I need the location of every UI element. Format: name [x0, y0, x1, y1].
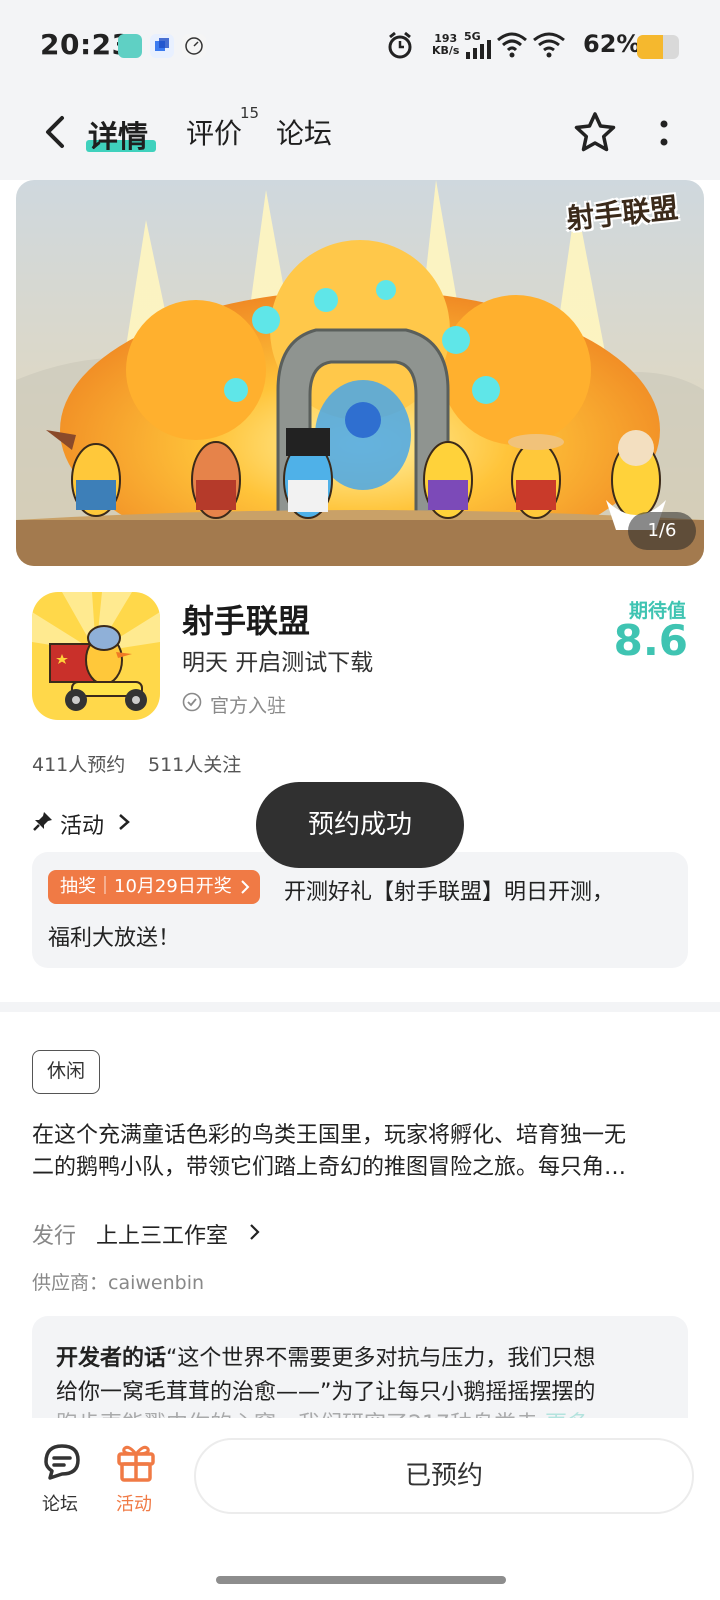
- wifi-icon: [532, 32, 566, 62]
- wifi-icon: [496, 32, 528, 62]
- back-button[interactable]: [36, 110, 76, 154]
- reservation-count: 411人预约: [32, 754, 126, 776]
- tab-forum[interactable]: 论坛: [276, 112, 332, 152]
- toast-message: 预约成功: [256, 782, 464, 868]
- activity-text-line: 开测好礼【射手联盟】明日开测，: [284, 880, 615, 905]
- publisher-label: 发行: [32, 1224, 77, 1249]
- nav-forum-label[interactable]: 论坛: [30, 1490, 90, 1516]
- network-speed: 193 KB/s: [432, 32, 460, 57]
- section-divider: [0, 1002, 720, 1012]
- chevron-right-icon: [248, 1222, 262, 1242]
- game-screenshot-banner[interactable]: 射手联盟: [16, 180, 704, 566]
- verified-check-icon: [182, 692, 202, 712]
- publisher-link[interactable]: 上上三工作室: [96, 1218, 228, 1250]
- notification-app-icon: [150, 34, 174, 58]
- notification-app-icon: [182, 34, 206, 58]
- official-badge-label: 官方入驻: [210, 695, 287, 717]
- pin-icon: [32, 810, 54, 832]
- app-name: 射手联盟: [182, 602, 311, 640]
- gift-icon[interactable]: [114, 1440, 158, 1484]
- supplier-info: 供应商：caiwenbin: [32, 1272, 205, 1294]
- reviews-count-badge: 15: [240, 104, 260, 122]
- developer-note-title: 开发者的话: [56, 1346, 167, 1371]
- favorite-star-icon[interactable]: [572, 110, 618, 156]
- chevron-right-icon: [116, 812, 132, 832]
- more-options-icon[interactable]: [650, 114, 678, 154]
- chevron-right-icon: [241, 880, 250, 894]
- app-icon: [32, 592, 160, 720]
- follow-count: 511人关注: [148, 754, 242, 776]
- activity-section-title[interactable]: 活动: [60, 808, 104, 840]
- forum-icon[interactable]: [40, 1440, 84, 1484]
- tab-details[interactable]: 详情: [88, 112, 148, 156]
- lottery-tag[interactable]: 抽奖｜10月29日开奖: [48, 870, 260, 904]
- nav-activity-label[interactable]: 活动: [104, 1490, 164, 1516]
- battery-percent: 62%: [583, 30, 641, 58]
- tab-reviews[interactable]: 评价: [186, 112, 242, 152]
- alarm-icon: [386, 30, 414, 64]
- expectation-score: 8.6: [613, 616, 688, 665]
- reserved-button[interactable]: 已预约: [194, 1438, 694, 1514]
- developer-note-text: 开发者的话“这个世界不需要更多对抗与压力，我们只想 给你一窝毛茸茸的治愈——”为…: [56, 1346, 596, 1405]
- app-release-info: 明天 开启测试下载: [182, 650, 374, 676]
- battery-icon: [637, 35, 679, 59]
- signal-icon: [464, 40, 492, 64]
- notification-app-icon: [118, 34, 142, 58]
- home-indicator[interactable]: [216, 1576, 506, 1584]
- banner-page-indicator: 1/6: [628, 512, 696, 550]
- battery-level: [637, 35, 664, 59]
- genre-tag[interactable]: 休闲: [32, 1050, 101, 1094]
- activity-text-line: 福利大放送！: [48, 926, 181, 951]
- game-description[interactable]: 在这个充满童话色彩的鸟类王国里，玩家将孵化、培育独一无 二的鹅鸭小队，带领它们踏…: [32, 1120, 688, 1184]
